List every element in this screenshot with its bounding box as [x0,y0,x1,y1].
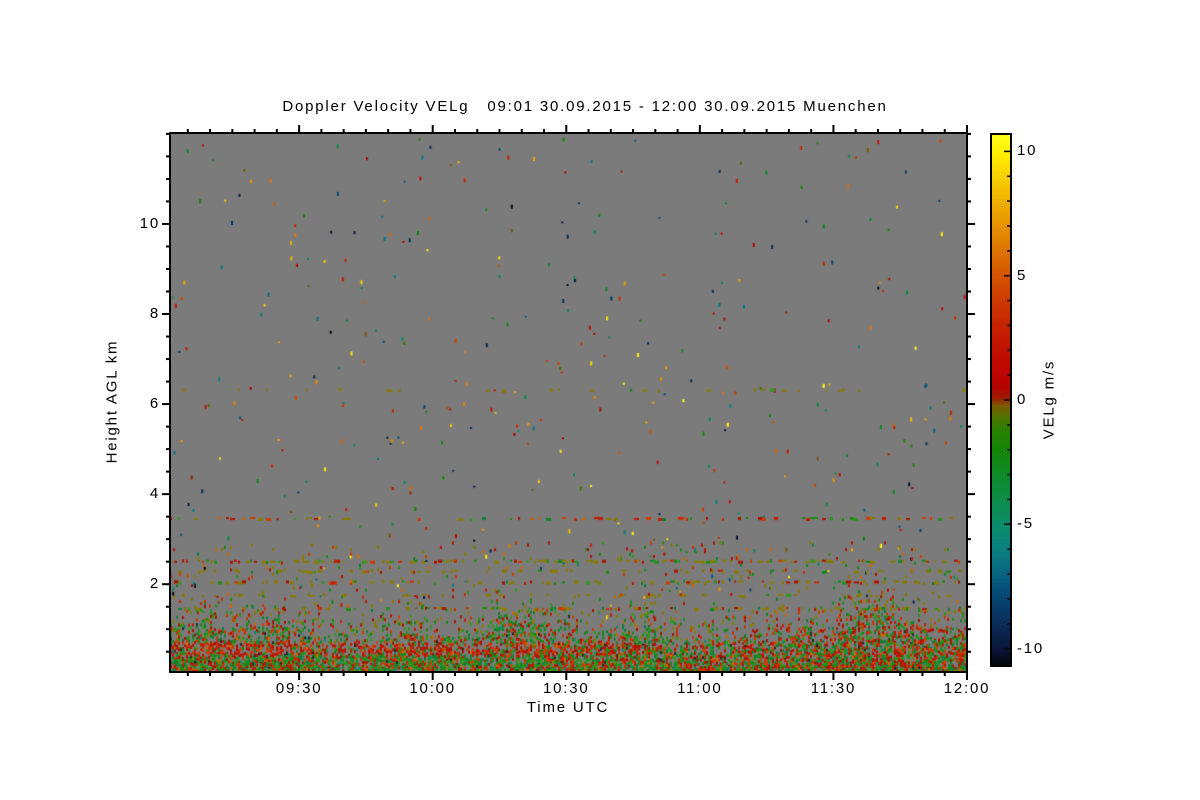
colorbar-tick-label: 5 [1017,266,1028,284]
x-axis-label: Time UTC [526,699,610,716]
colorbar-tick-label: -5 [1017,515,1034,533]
doppler-velocity-chart-page: Doppler Velocity VELg 09:01 30.09.2015 -… [0,0,1200,800]
colorbar-tick-label: -10 [1017,639,1045,657]
x-tick-label: 10:00 [409,680,456,697]
y-axis-label: Height AGL km [103,339,121,464]
chart-title: Doppler Velocity VELg 09:01 30.09.2015 -… [282,98,888,115]
x-tick-label: 09:30 [275,680,323,697]
x-tick-label: 12:00 [943,680,991,697]
x-tick-label: 11:00 [677,680,723,697]
x-tick-label: 11:30 [810,680,857,697]
x-tick-label: 10:30 [542,680,590,697]
colorbar-tick-label: 10 [1017,142,1038,160]
colorbar-gradient [991,134,1011,666]
heatmap-plot-area [170,133,967,672]
y-tick-label: 10 [139,214,160,232]
colorbar-label: VELg m/s [1040,359,1058,440]
y-tick-label: 2 [149,575,160,593]
